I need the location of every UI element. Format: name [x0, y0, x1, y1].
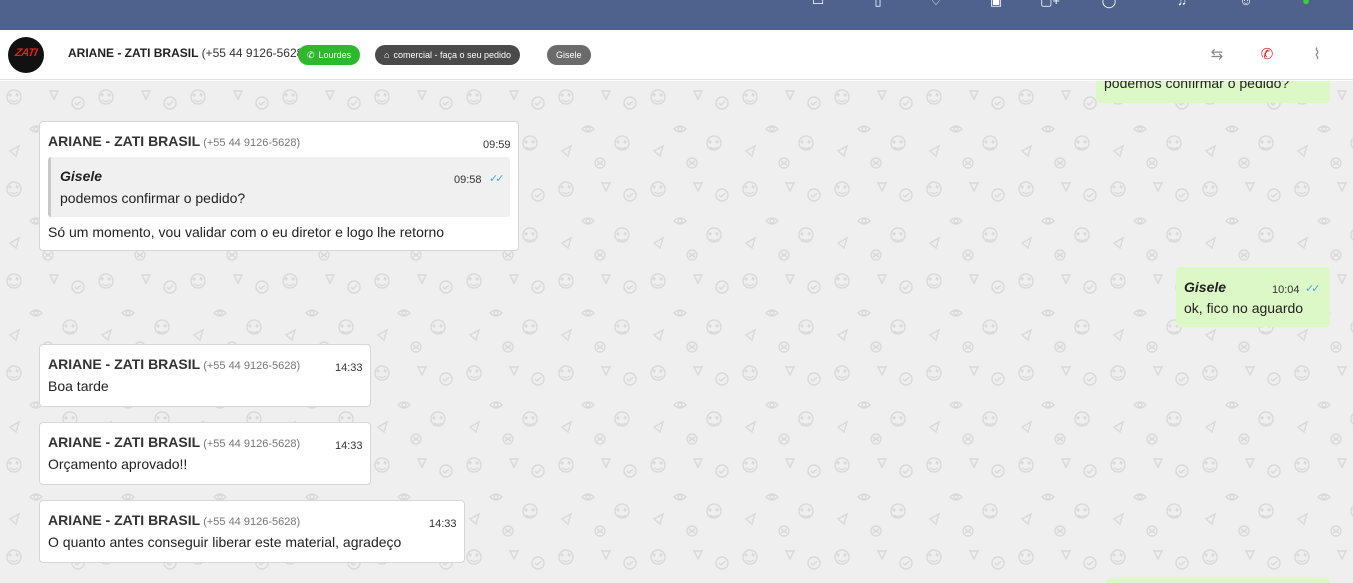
contact-name: ARIANE - ZATI BRASIL [68, 46, 199, 60]
robot-icon[interactable]: ▣ [986, 0, 1006, 8]
org-chart-icon: ⌂ [384, 50, 390, 60]
tag-department[interactable]: ⌂ comercial - faça o seu pedido [375, 45, 520, 65]
message-bubble-incoming[interactable]: ARIANE - ZATI BRASIL (+55 44 9126-5628) 1… [39, 422, 371, 485]
sender-name: ARIANE - ZATI BRASIL [48, 512, 201, 528]
heart-icon[interactable]: ♡ [926, 0, 946, 8]
message-sender: ARIANE - ZATI BRASIL (+55 44 9126-5628) [48, 131, 300, 153]
status-online-icon[interactable]: ● [1296, 0, 1316, 8]
message-text: podemos confirmar o pedido? [1104, 81, 1290, 91]
message-text: O quanto antes conseguir liberar este ma… [48, 534, 402, 550]
quoted-sender: Gisele [60, 168, 103, 184]
info-icon[interactable]: ◯ [1099, 0, 1119, 8]
bell-icon[interactable]: ♫ [1172, 0, 1192, 8]
sender-name: ARIANE - ZATI BRASIL [48, 133, 201, 149]
add-widget-icon[interactable]: ▢+ [1040, 0, 1060, 8]
transfer-button[interactable]: ⇆ [1206, 44, 1228, 66]
quoted-time: 09:58 [454, 174, 482, 186]
read-ticks-icon: ✓✓ [1305, 283, 1321, 295]
sender-phone: (+55 44 9126-5628) [203, 137, 301, 149]
read-ticks-icon: ✓✓ [489, 173, 505, 185]
chat-icon[interactable]: ▭ [808, 0, 828, 8]
quoted-text: podemos confirmar o pedido? [60, 190, 246, 206]
sender-phone: (+55 44 9126-5628) [203, 438, 301, 450]
tag-label: Gisele [556, 50, 582, 60]
message-text: ok, fico no aguardo [1184, 300, 1304, 316]
tag-label: Lourdes [318, 50, 352, 60]
message-bubble-outgoing[interactable]: podemos confirmar o pedido? [1096, 81, 1330, 103]
message-sender: ARIANE - ZATI BRASIL (+55 44 9126-5628) [48, 510, 300, 532]
sender-phone: (+55 44 9126-5628) [203, 516, 301, 528]
message-text: Só um momento, vou validar com o eu dire… [48, 224, 445, 240]
smiley-icon[interactable]: ☺ [1236, 0, 1256, 8]
message-time: 10:04 [1272, 284, 1300, 296]
message-time: 14:33 [335, 362, 363, 374]
message-time: 14:33 [429, 518, 457, 530]
paperclip-icon: ⌇ [1313, 46, 1321, 63]
top-navigation-bar: ▭ ▯ ♡ ▣ ▢+ ◯ ♫ ☺ ● [0, 0, 1353, 30]
message-bubble-incoming[interactable]: ARIANE - ZATI BRASIL (+55 44 9126-5628) 0… [39, 121, 519, 251]
attach-button[interactable]: ⌇ [1306, 44, 1328, 66]
sender-name: ARIANE - ZATI BRASIL [48, 356, 201, 372]
contact-title: ARIANE - ZATI BRASIL (+55 44 9126-5628) [68, 46, 307, 60]
quoted-message[interactable]: Gisele 09:58 ✓✓ podemos confirmar o pedi… [48, 157, 510, 217]
message-sender: ARIANE - ZATI BRASIL (+55 44 9126-5628) [48, 354, 300, 376]
message-bubble-incoming[interactable]: ARIANE - ZATI BRASIL (+55 44 9126-5628) 1… [39, 344, 371, 407]
message-text: Orçamento aprovado!! [48, 456, 188, 472]
contact-phone: (+55 44 9126-5628) [201, 46, 308, 60]
whatsapp-icon: ✆ [307, 50, 315, 60]
tag-agent-lourdes[interactable]: ✆ Lourdes [298, 45, 361, 65]
phone-off-icon: ✆ [1260, 46, 1274, 63]
chat-messages-area[interactable]: podemos confirmar o pedido? ARIANE - ZAT… [0, 81, 1353, 583]
message-sender: ARIANE - ZATI BRASIL (+55 44 9126-5628) [48, 432, 300, 454]
sender-name: ARIANE - ZATI BRASIL [48, 434, 201, 450]
conversation-header: ZATI ARIANE - ZATI BRASIL (+55 44 9126-5… [0, 30, 1353, 80]
avatar-logo-text: ZATI [14, 47, 38, 59]
end-call-button[interactable]: ✆ [1256, 44, 1278, 66]
message-time: 09:59 [483, 139, 511, 151]
message-time: 14:33 [335, 440, 363, 452]
message-sender: Gisele [1184, 279, 1227, 295]
message-text: Boa tarde [48, 378, 109, 394]
message-bubble-outgoing[interactable] [1106, 578, 1330, 583]
message-bubble-incoming[interactable]: ARIANE - ZATI BRASIL (+55 44 9126-5628) 1… [39, 500, 465, 563]
clipboard-icon[interactable]: ▯ [868, 0, 888, 8]
transfer-arrows-icon: ⇆ [1210, 46, 1224, 63]
tag-label: comercial - faça o seu pedido [393, 50, 511, 60]
tag-user-gisele[interactable]: Gisele [547, 45, 591, 65]
sender-phone: (+55 44 9126-5628) [203, 360, 301, 372]
message-bubble-outgoing[interactable]: Gisele 10:04 ✓✓ ok, fico no aguardo [1176, 267, 1330, 327]
avatar[interactable]: ZATI [8, 37, 44, 73]
